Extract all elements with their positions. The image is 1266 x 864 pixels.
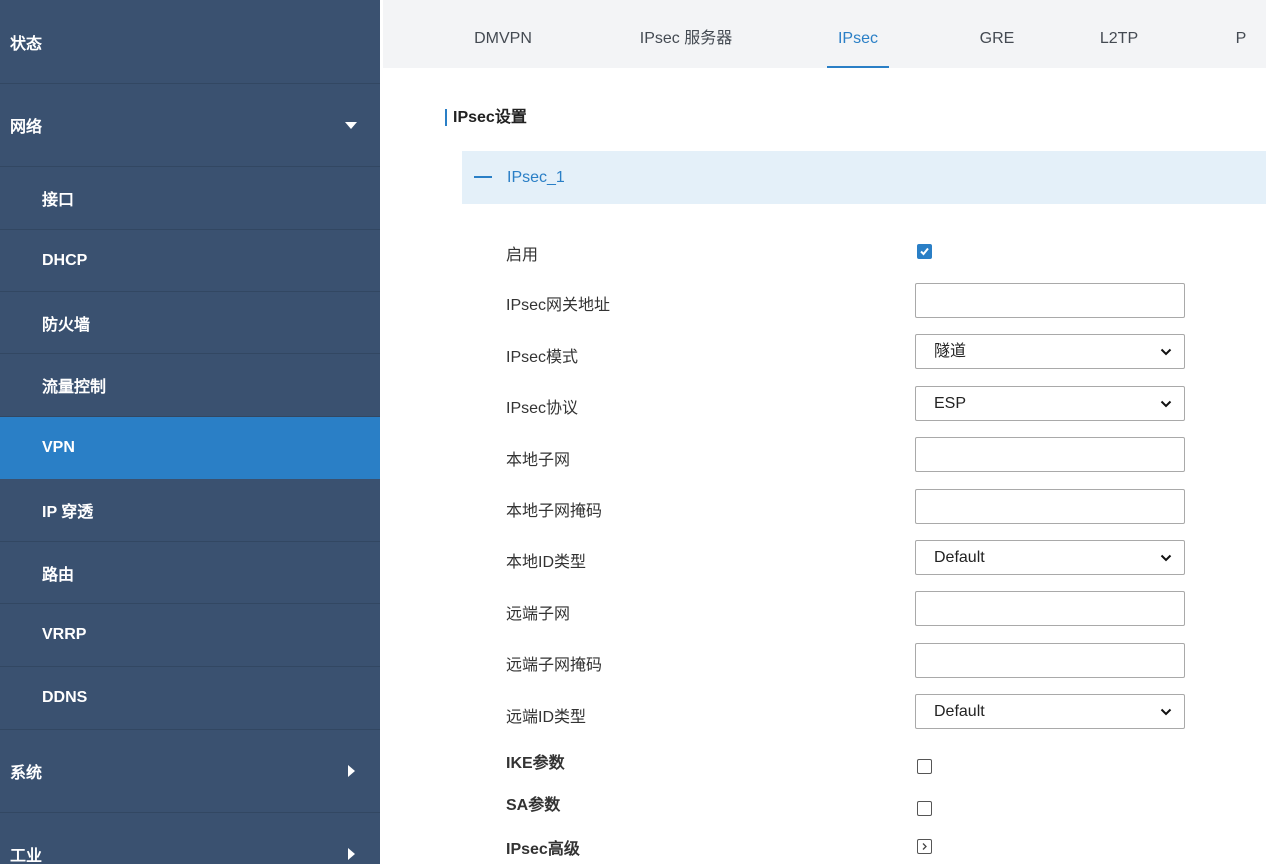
sidebar: 状态 网络 接口 DHCP 防火墙 流量控制 VPN IP 穿透 路由 VRRP bbox=[0, 0, 380, 864]
caret-down-icon bbox=[345, 122, 357, 129]
sidebar-item-label: DHCP bbox=[42, 251, 88, 269]
remote-id-type-label: 远端ID类型 bbox=[506, 709, 587, 726]
sidebar-item-traffic-control[interactable]: 流量控制 bbox=[0, 354, 380, 417]
tab-l2tp[interactable]: L2TP bbox=[1094, 0, 1144, 68]
sidebar-item-ddns[interactable]: DDNS bbox=[0, 667, 380, 730]
sidebar-item-status[interactable]: 状态 bbox=[0, 0, 380, 84]
advanced-label: IPsec高级 bbox=[506, 841, 580, 858]
local-id-type-select[interactable]: Default bbox=[915, 540, 1185, 575]
remote-id-type-select[interactable]: Default bbox=[915, 694, 1185, 729]
chevron-right-icon bbox=[922, 843, 927, 850]
local-mask-label: 本地子网掩码 bbox=[506, 503, 603, 520]
panel-header[interactable]: IPsec_1 bbox=[462, 151, 1266, 204]
checkmark-icon bbox=[920, 247, 929, 256]
caret-right-icon bbox=[348, 848, 355, 860]
section-title: IPsec设置 bbox=[445, 108, 527, 128]
sidebar-item-network[interactable]: 网络 bbox=[0, 84, 380, 167]
local-mask-input[interactable] bbox=[915, 489, 1185, 524]
remote-mask-input[interactable] bbox=[915, 643, 1185, 678]
mode-label: IPsec模式 bbox=[506, 349, 579, 366]
sidebar-item-label: 路由 bbox=[42, 566, 75, 584]
sidebar-item-label: 防火墙 bbox=[42, 316, 91, 334]
tab-bar: DMVPN IPsec 服务器 IPsec GRE L2TP P bbox=[383, 0, 1266, 68]
chevron-down-icon bbox=[1160, 708, 1172, 716]
sidebar-item-label: VPN bbox=[42, 438, 75, 456]
local-id-type-label: 本地ID类型 bbox=[506, 554, 587, 571]
sidebar-item-label: IP 穿透 bbox=[42, 504, 94, 521]
sidebar-item-dhcp[interactable]: DHCP bbox=[0, 230, 380, 292]
sidebar-item-label: 流量控制 bbox=[42, 379, 107, 396]
gateway-input[interactable] bbox=[915, 283, 1185, 318]
ike-label: IKE参数 bbox=[506, 755, 565, 772]
chevron-down-icon bbox=[1160, 400, 1172, 408]
local-subnet-label: 本地子网 bbox=[506, 452, 571, 469]
sa-label: SA参数 bbox=[506, 797, 561, 814]
sidebar-item-routing[interactable]: 路由 bbox=[0, 542, 380, 604]
sidebar-item-vpn[interactable]: VPN bbox=[0, 417, 380, 479]
chevron-down-icon bbox=[1160, 348, 1172, 356]
sidebar-item-interface[interactable]: 接口 bbox=[0, 167, 380, 230]
protocol-label: IPsec协议 bbox=[506, 400, 579, 417]
advanced-expand-toggle[interactable] bbox=[917, 839, 932, 854]
chevron-down-icon bbox=[1160, 554, 1172, 562]
local-id-type-value: Default bbox=[934, 549, 985, 566]
tab-dmvpn[interactable]: DMVPN bbox=[467, 0, 539, 68]
tab-gre[interactable]: GRE bbox=[972, 0, 1022, 68]
caret-right-icon bbox=[348, 765, 355, 777]
ike-checkbox[interactable] bbox=[917, 759, 932, 774]
mode-select-value: 隧道 bbox=[934, 343, 967, 360]
collapse-minus-icon[interactable] bbox=[474, 176, 492, 178]
remote-subnet-input[interactable] bbox=[915, 591, 1185, 626]
sidebar-item-label: 状态 bbox=[10, 35, 43, 53]
mode-select[interactable]: 隧道 bbox=[915, 334, 1185, 369]
sidebar-item-label: 系统 bbox=[10, 765, 43, 782]
sidebar-item-firewall[interactable]: 防火墙 bbox=[0, 292, 380, 354]
tab-ipsec-server[interactable]: IPsec 服务器 bbox=[626, 0, 746, 68]
sidebar-item-label: 工业 bbox=[10, 848, 43, 864]
sidebar-item-label: VRRP bbox=[42, 626, 87, 643]
enable-checkbox[interactable] bbox=[917, 244, 932, 259]
remote-mask-label: 远端子网掩码 bbox=[506, 657, 603, 674]
remote-id-type-value: Default bbox=[934, 703, 985, 720]
tab-pptp-truncated[interactable]: P bbox=[1231, 0, 1251, 68]
remote-subnet-label: 远端子网 bbox=[506, 606, 571, 623]
sidebar-item-vrrp[interactable]: VRRP bbox=[0, 604, 380, 667]
panel-title: IPsec_1 bbox=[507, 169, 565, 186]
sidebar-item-label: 网络 bbox=[10, 119, 43, 136]
sa-checkbox[interactable] bbox=[917, 801, 932, 816]
sidebar-item-system[interactable]: 系统 bbox=[0, 730, 380, 813]
tab-ipsec[interactable]: IPsec bbox=[827, 0, 889, 68]
sidebar-item-ip-passthrough[interactable]: IP 穿透 bbox=[0, 479, 380, 542]
gateway-label: IPsec网关地址 bbox=[506, 297, 611, 314]
enable-label: 启用 bbox=[506, 247, 539, 264]
sidebar-item-industrial[interactable]: 工业 bbox=[0, 813, 380, 864]
sidebar-item-label: DDNS bbox=[42, 689, 88, 706]
protocol-select-value: ESP bbox=[934, 395, 967, 412]
local-subnet-input[interactable] bbox=[915, 437, 1185, 472]
protocol-select[interactable]: ESP bbox=[915, 386, 1185, 421]
sidebar-item-label: 接口 bbox=[42, 192, 75, 209]
